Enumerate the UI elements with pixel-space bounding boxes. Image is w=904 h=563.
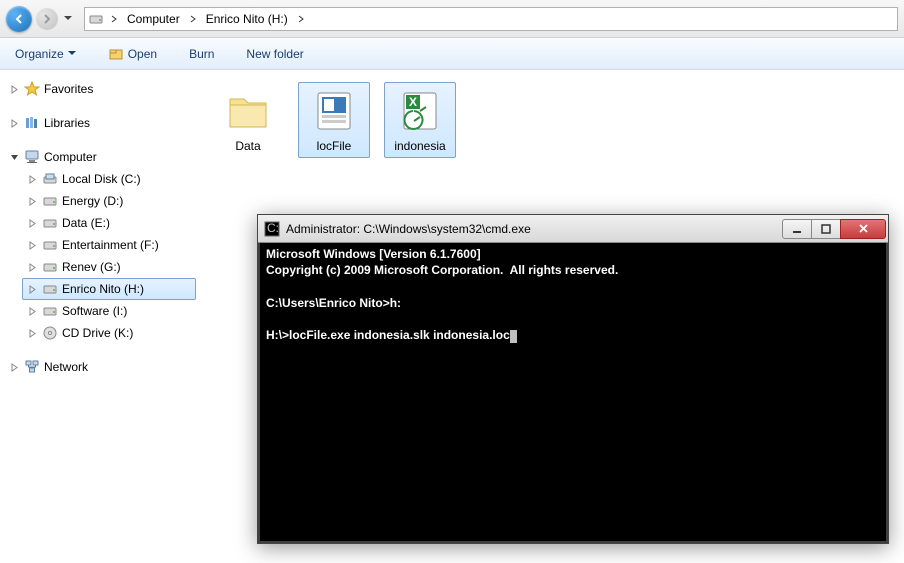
svg-text:C:\: C:\ xyxy=(267,221,280,235)
tree-drive-c[interactable]: Local Disk (C:) xyxy=(22,168,196,190)
drive-icon xyxy=(42,193,58,209)
drive-icon xyxy=(42,171,58,187)
drive-icon xyxy=(42,237,58,253)
file-label: Data xyxy=(235,139,260,153)
minimize-button[interactable] xyxy=(782,219,812,239)
file-item-slk[interactable]: X indonesia xyxy=(384,82,456,158)
computer-icon xyxy=(24,149,40,165)
tree-label: Data (E:) xyxy=(62,216,110,230)
drive-icon xyxy=(42,281,58,297)
tree-drive-k[interactable]: CD Drive (K:) xyxy=(22,322,196,344)
nav-bar: Computer Enrico Nito (H:) xyxy=(0,0,904,38)
tree-section-network: Network xyxy=(4,356,196,378)
tree-libraries[interactable]: Libraries xyxy=(4,112,196,134)
organize-label: Organize xyxy=(15,47,64,61)
new-folder-button[interactable]: New folder xyxy=(239,43,310,65)
drive-icon xyxy=(42,215,58,231)
tree-label: CD Drive (K:) xyxy=(62,326,133,340)
new-folder-label: New folder xyxy=(246,47,303,61)
breadcrumb-computer[interactable]: Computer xyxy=(121,8,186,30)
breadcrumb-drive[interactable]: Enrico Nito (H:) xyxy=(200,8,294,30)
cmd-icon: C:\ xyxy=(264,221,280,237)
tree-label: Network xyxy=(44,360,88,374)
cmd-line: H:\>locFile.exe indonesia.slk indonesia.… xyxy=(266,328,510,342)
file-label: locFile xyxy=(317,139,352,153)
breadcrumb[interactable]: Computer Enrico Nito (H:) xyxy=(84,7,898,31)
drive-icon xyxy=(42,303,58,319)
cmd-title: Administrator: C:\Windows\system32\cmd.e… xyxy=(286,222,777,236)
tree-section-libraries: Libraries xyxy=(4,112,196,134)
cmd-window[interactable]: C:\ Administrator: C:\Windows\system32\c… xyxy=(257,214,889,544)
breadcrumb-root-arrow[interactable] xyxy=(107,15,121,23)
tree-computer[interactable]: Computer xyxy=(4,146,196,168)
svg-text:X: X xyxy=(409,95,417,109)
expander-icon[interactable] xyxy=(27,328,38,339)
expander-icon[interactable] xyxy=(27,196,38,207)
expander-icon[interactable] xyxy=(27,262,38,273)
network-icon xyxy=(24,359,40,375)
tree-section-computer: Computer Local Disk (C:) Energy (D:) Dat… xyxy=(4,146,196,344)
burn-label: Burn xyxy=(189,47,214,61)
tree-label: Renev (G:) xyxy=(62,260,121,274)
cmd-line: Microsoft Windows [Version 6.1.7600] xyxy=(266,247,481,261)
breadcrumb-arrow[interactable] xyxy=(294,15,308,23)
tree-label: Libraries xyxy=(44,116,90,130)
tree-drive-h[interactable]: Enrico Nito (H:) xyxy=(22,278,196,300)
expander-icon[interactable] xyxy=(9,362,20,373)
tree-label: Favorites xyxy=(44,82,93,96)
expander-icon[interactable] xyxy=(27,306,38,317)
tree-label: Energy (D:) xyxy=(62,194,123,208)
tree-drive-i[interactable]: Software (I:) xyxy=(22,300,196,322)
tree-section-favorites: Favorites xyxy=(4,78,196,100)
tree-label: Entertainment (F:) xyxy=(62,238,159,252)
exe-icon xyxy=(310,87,358,135)
expander-icon[interactable] xyxy=(9,152,20,163)
tree-label: Local Disk (C:) xyxy=(62,172,141,186)
cmd-titlebar[interactable]: C:\ Administrator: C:\Windows\system32\c… xyxy=(258,215,888,243)
tree-label: Enrico Nito (H:) xyxy=(62,282,144,296)
back-button[interactable] xyxy=(6,6,32,32)
cmd-line: C:\Users\Enrico Nito>h: xyxy=(266,296,401,310)
cmd-body[interactable]: Microsoft Windows [Version 6.1.7600] Cop… xyxy=(258,243,888,543)
expander-icon[interactable] xyxy=(27,284,38,295)
open-label: Open xyxy=(128,47,157,61)
nav-history-dropdown[interactable] xyxy=(62,16,74,21)
cmd-window-buttons xyxy=(783,219,886,239)
expander-icon[interactable] xyxy=(27,240,38,251)
cd-drive-icon xyxy=(42,325,58,341)
cmd-line: Copyright (c) 2009 Microsoft Corporation… xyxy=(266,263,618,277)
drive-icon xyxy=(85,8,107,30)
maximize-button[interactable] xyxy=(811,219,841,239)
libraries-icon xyxy=(24,115,40,131)
expander-icon[interactable] xyxy=(27,218,38,229)
tree-favorites[interactable]: Favorites xyxy=(4,78,196,100)
cmd-cursor xyxy=(510,330,517,343)
toolbar: Organize Open Burn New folder xyxy=(0,38,904,70)
drive-icon xyxy=(42,259,58,275)
organize-button[interactable]: Organize xyxy=(8,43,83,65)
expander-icon[interactable] xyxy=(9,84,20,95)
tree-label: Computer xyxy=(44,150,97,164)
sidebar: Favorites Libraries Computer Loc xyxy=(0,70,200,563)
forward-button xyxy=(36,8,58,30)
tree-drive-f[interactable]: Entertainment (F:) xyxy=(22,234,196,256)
tree-drive-e[interactable]: Data (E:) xyxy=(22,212,196,234)
file-item-folder[interactable]: Data xyxy=(212,82,284,158)
tree-label: Software (I:) xyxy=(62,304,127,318)
expander-icon[interactable] xyxy=(27,174,38,185)
spreadsheet-icon: X xyxy=(396,87,444,135)
file-item-exe[interactable]: locFile xyxy=(298,82,370,158)
folder-icon xyxy=(224,87,272,135)
open-button[interactable]: Open xyxy=(101,42,164,66)
tree-drive-g[interactable]: Renev (G:) xyxy=(22,256,196,278)
star-icon xyxy=(24,81,40,97)
close-button[interactable] xyxy=(840,219,886,239)
breadcrumb-arrow[interactable] xyxy=(186,15,200,23)
open-icon xyxy=(108,46,124,62)
expander-icon[interactable] xyxy=(9,118,20,129)
tree-network[interactable]: Network xyxy=(4,356,196,378)
file-label: indonesia xyxy=(394,139,445,153)
burn-button[interactable]: Burn xyxy=(182,43,221,65)
tree-drive-d[interactable]: Energy (D:) xyxy=(22,190,196,212)
